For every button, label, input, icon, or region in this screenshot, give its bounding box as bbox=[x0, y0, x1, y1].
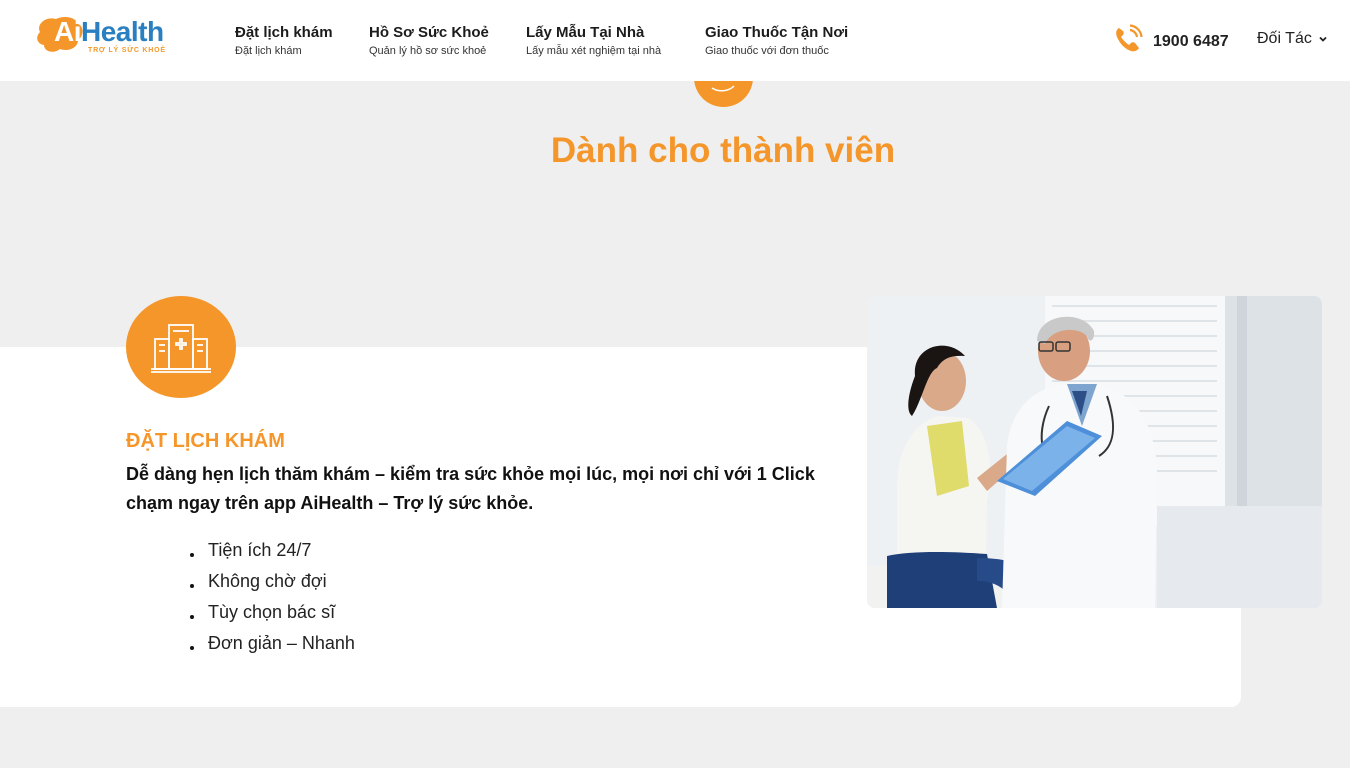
feature-list: Tiện ích 24/7 Không chờ đợi Tùy chọn bác… bbox=[190, 535, 355, 659]
aihealth-logo[interactable]: AiHealth TRỢ LÝ SỨC KHOẺ bbox=[34, 14, 186, 60]
chevron-down-icon bbox=[1319, 36, 1327, 42]
list-item: Tiện ích 24/7 bbox=[190, 535, 355, 566]
service-heading: ĐẶT LỊCH KHÁM bbox=[126, 430, 285, 452]
service-description: Dễ dàng hẹn lịch thăm khám – kiểm tra sứ… bbox=[126, 464, 815, 513]
partner-dropdown[interactable]: Đối Tác bbox=[1257, 30, 1328, 48]
feature-label: Không chờ đợi bbox=[208, 571, 327, 591]
nav-subtitle: Đặt lịch khám bbox=[235, 45, 302, 57]
list-item: Đơn giản – Nhanh bbox=[190, 628, 355, 659]
nav-item-home-sampling[interactable]: Lấy Mẫu Tại Nhà Lấy mẫu xét nghiệm tại n… bbox=[526, 24, 661, 57]
phone-icon bbox=[1116, 24, 1143, 52]
logo-ai-text: Ai bbox=[54, 16, 82, 47]
nav-item-health-records[interactable]: Hồ Sơ Sức Khoẻ Quản lý hồ sơ sức khoẻ bbox=[369, 24, 489, 57]
logo-tagline: TRỢ LÝ SỨC KHOẺ bbox=[88, 47, 166, 54]
list-item: Không chờ đợi bbox=[190, 566, 355, 597]
bullet-icon bbox=[190, 614, 194, 619]
partner-label: Đối Tác bbox=[1257, 30, 1312, 47]
list-item: Tùy chọn bác sĩ bbox=[190, 597, 355, 628]
nav-title: Giao Thuốc Tận Nơi bbox=[705, 24, 849, 41]
feature-label: Tùy chọn bác sĩ bbox=[208, 602, 336, 622]
bullet-icon bbox=[190, 552, 194, 557]
nav-title: Đặt lịch khám bbox=[235, 24, 333, 41]
nav-subtitle: Giao thuốc với đơn thuốc bbox=[705, 45, 829, 57]
section-title: Dành cho thành viên bbox=[550, 131, 896, 170]
feature-label: Tiện ích 24/7 bbox=[208, 540, 312, 560]
nav-item-booking[interactable]: Đặt lịch khám Đặt lịch khám bbox=[235, 24, 333, 57]
doctor-patient-photo bbox=[867, 296, 1322, 608]
phone-number: 1900 6487 bbox=[1153, 32, 1229, 50]
logo-health-text: Health bbox=[81, 16, 164, 47]
hospital-icon bbox=[126, 296, 236, 398]
nav-title: Hồ Sơ Sức Khoẻ bbox=[369, 24, 489, 41]
bullet-icon bbox=[190, 645, 194, 650]
hotline[interactable]: 1900 6487 bbox=[1113, 24, 1229, 54]
nav-subtitle: Quản lý hồ sơ sức khoẻ bbox=[369, 45, 487, 57]
nav-title: Lấy Mẫu Tại Nhà bbox=[526, 24, 645, 41]
nav-item-medicine-delivery[interactable]: Giao Thuốc Tận Nơi Giao thuốc với đơn th… bbox=[705, 24, 848, 57]
bullet-icon bbox=[190, 583, 194, 588]
nav-subtitle: Lấy mẫu xét nghiệm tại nhà bbox=[526, 45, 662, 57]
feature-label: Đơn giản – Nhanh bbox=[208, 633, 355, 653]
site-header: AiHealth TRỢ LÝ SỨC KHOẺ Đặt lịch khám Đ… bbox=[0, 0, 1350, 81]
